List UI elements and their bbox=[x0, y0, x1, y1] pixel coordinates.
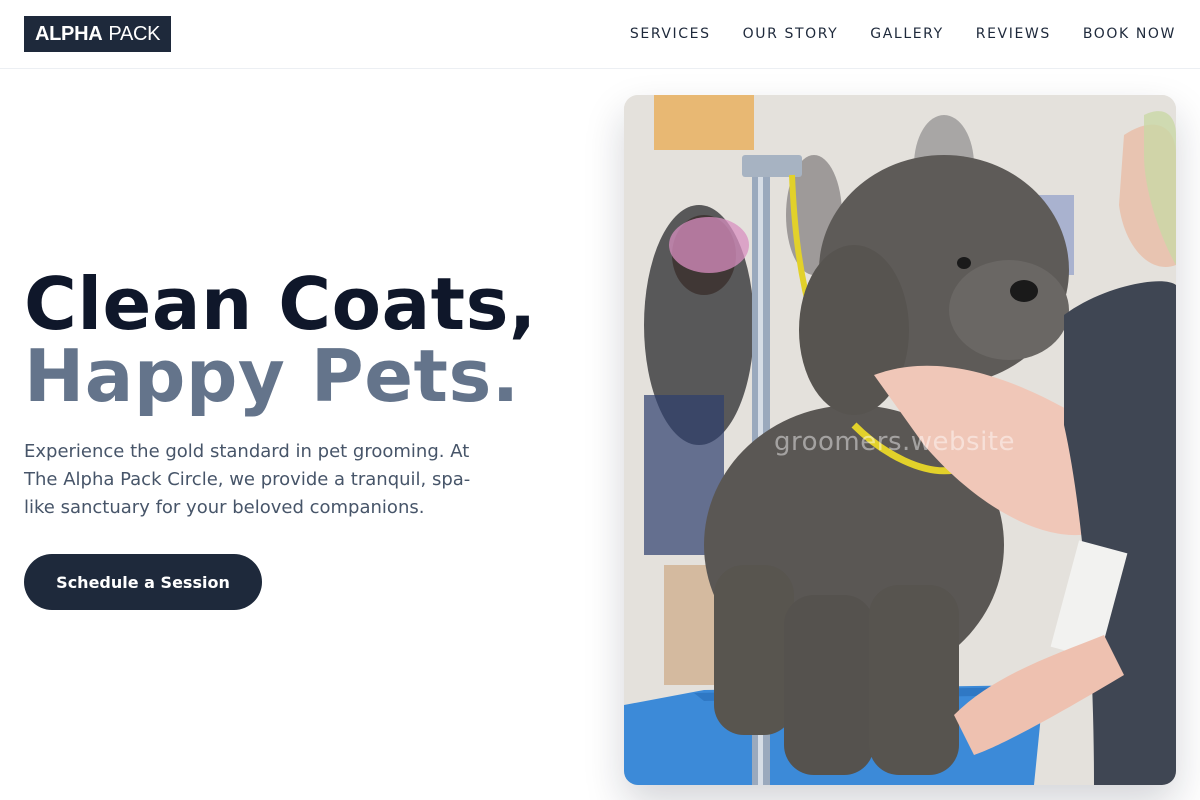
hero-title-line-1: Clean Coats, bbox=[24, 262, 537, 346]
site-header: ALPHA PACK SERVICES OUR STORY GALLERY RE… bbox=[0, 0, 1200, 69]
nav-link-our-story[interactable]: OUR STORY bbox=[743, 26, 839, 42]
hero-photo-grooming-poodle: groomers.website bbox=[624, 95, 1176, 785]
hero-title: Clean Coats, Happy Pets. bbox=[24, 268, 537, 412]
nav-link-gallery[interactable]: GALLERY bbox=[870, 26, 943, 42]
nav-link-reviews[interactable]: REVIEWS bbox=[976, 26, 1051, 42]
logo-text-bold: ALPHA bbox=[35, 22, 103, 45]
nav-link-services[interactable]: SERVICES bbox=[630, 26, 711, 42]
logo-text-light: PACK bbox=[108, 22, 161, 45]
hero-title-line-2: Happy Pets. bbox=[24, 334, 520, 418]
nav-link-book-now[interactable]: BOOK NOW bbox=[1083, 26, 1176, 42]
schedule-session-button[interactable]: Schedule a Session bbox=[24, 554, 262, 610]
hero-description: Experience the gold standard in pet groo… bbox=[24, 441, 471, 518]
main-nav: SERVICES OUR STORY GALLERY REVIEWS BOOK … bbox=[630, 26, 1176, 42]
photo-watermark: groomers.website bbox=[774, 427, 1015, 457]
brand-logo[interactable]: ALPHA PACK bbox=[24, 16, 172, 52]
